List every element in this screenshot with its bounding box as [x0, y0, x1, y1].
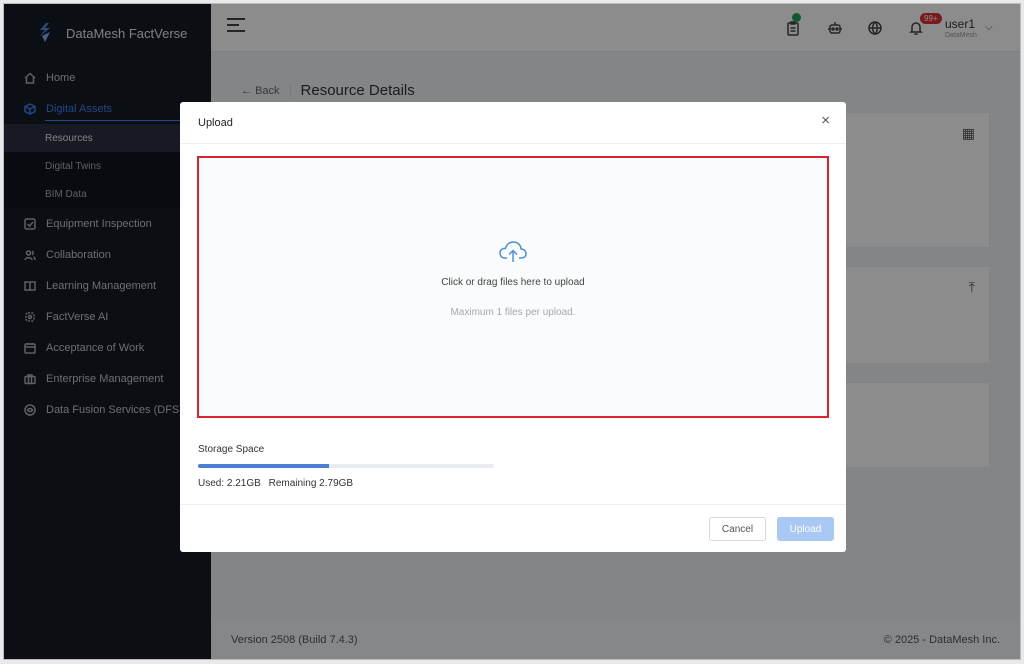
storage-progress-bar — [198, 464, 494, 468]
cloud-upload-icon — [499, 240, 527, 264]
cancel-button[interactable]: Cancel — [709, 517, 766, 541]
dialog-header: Upload × — [180, 102, 846, 144]
dialog-footer: Cancel Upload — [180, 504, 846, 552]
upload-dropzone[interactable]: Click or drag files here to upload Maxim… — [197, 156, 829, 418]
storage-title: Storage Space — [198, 444, 265, 455]
app-window: DataMesh FactVerse Home Digital Assets R… — [3, 3, 1021, 660]
upload-button[interactable]: Upload — [777, 517, 834, 541]
dropzone-limit-hint: Maximum 1 files per upload. — [450, 307, 576, 318]
storage-info: Used: 2.21GB Remaining 2.79GB — [198, 478, 494, 489]
upload-dialog: Upload × Click or drag files here to upl… — [180, 102, 846, 552]
storage-used: Used: 2.21GB — [198, 478, 261, 489]
dropzone-instruction: Click or drag files here to upload — [441, 277, 585, 288]
dialog-title: Upload — [198, 116, 233, 129]
storage-remaining: Remaining 2.79GB — [268, 478, 354, 489]
storage-progress-fill — [198, 464, 329, 468]
close-icon[interactable]: × — [821, 113, 830, 128]
storage-space: Storage Space Used: 2.21GB Remaining 2.7… — [198, 444, 494, 489]
